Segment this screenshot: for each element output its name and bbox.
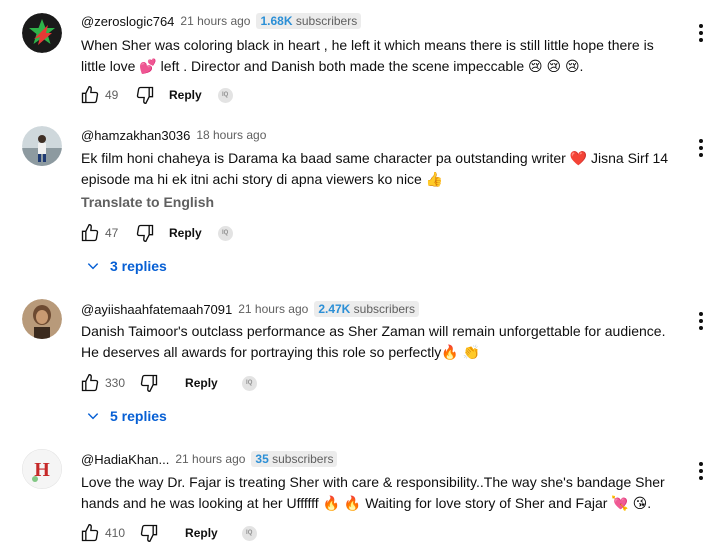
extension-icon[interactable]: IQ: [241, 375, 257, 391]
like-button[interactable]: [78, 521, 102, 545]
like-count: 410: [105, 526, 126, 540]
comment-time[interactable]: 18 hours ago: [196, 128, 266, 142]
comment-menu-button[interactable]: [696, 461, 706, 481]
comment-actions: 330 Reply IQ: [78, 371, 257, 395]
chevron-down-icon: [87, 263, 99, 270]
subscriber-count: 35: [255, 452, 269, 466]
comment-time[interactable]: 21 hours ago: [175, 452, 245, 466]
like-count: 47: [105, 226, 119, 240]
thumbs-down-icon: [140, 374, 158, 393]
subscriber-count: 2.47K: [318, 302, 351, 316]
extension-icon[interactable]: IQ: [217, 225, 233, 241]
comment-actions: 49 Reply IQ: [78, 83, 233, 107]
comment-text-line: episode ma hi ek itni achi story di apna…: [81, 171, 444, 187]
comment-header: @HadiaKhan... 21 hours ago 35 subscriber…: [81, 450, 338, 468]
avatar[interactable]: [22, 126, 62, 166]
subscriber-badge: 35 subscribers: [251, 451, 338, 467]
thumbs-down-icon: [140, 524, 158, 543]
comment-menu-button[interactable]: [696, 23, 706, 43]
subscriber-label: subscribers: [268, 452, 334, 466]
extension-icon[interactable]: IQ: [217, 87, 233, 103]
avatar[interactable]: [22, 299, 62, 339]
reply-button[interactable]: Reply: [185, 526, 218, 540]
thumbs-down-icon: [136, 224, 154, 243]
like-count: 330: [105, 376, 126, 390]
comment-menu-button[interactable]: [696, 311, 706, 331]
like-count: 49: [105, 88, 119, 102]
comment-actions: 410 Reply IQ: [78, 521, 257, 545]
extension-icon[interactable]: IQ: [241, 525, 257, 541]
dislike-button[interactable]: [137, 371, 161, 395]
comment-text-line: When Sher was coloring black in heart , …: [81, 37, 654, 53]
view-replies-button[interactable]: 3 replies: [86, 256, 167, 276]
thumbs-down-icon: [136, 86, 154, 105]
avatar[interactable]: [22, 13, 62, 53]
view-replies-button[interactable]: 5 replies: [86, 406, 167, 426]
comment-text-line: hands and he was looking at her Uffffff …: [81, 495, 652, 511]
like-button[interactable]: [78, 371, 102, 395]
comment-header: @hamzakhan3036 18 hours ago: [81, 126, 266, 144]
subscriber-label: subscribers: [292, 14, 358, 28]
comment-header: @zeroslogic764 21 hours ago 1.68K subscr…: [81, 12, 362, 30]
like-button[interactable]: [78, 83, 102, 107]
comment-text-line: Danish Taimoor's outclass performance as…: [81, 323, 666, 339]
comment-time[interactable]: 21 hours ago: [180, 14, 250, 28]
like-button[interactable]: [78, 221, 102, 245]
comment-actions: 47 Reply IQ: [78, 221, 233, 245]
comment-menu-button[interactable]: [696, 138, 706, 158]
thumbs-up-icon: [81, 373, 99, 392]
author-name[interactable]: @HadiaKhan...: [81, 452, 169, 467]
reply-button[interactable]: Reply: [169, 226, 202, 240]
replies-count: 3 replies: [110, 258, 167, 274]
reply-button[interactable]: Reply: [169, 88, 202, 102]
thumbs-up-icon: [81, 223, 99, 242]
subscriber-count: 1.68K: [260, 14, 293, 28]
comment-text-line: Love the way Dr. Fajar is treating Sher …: [81, 474, 665, 490]
comment-text-line: Ek film honi chaheya is Darama ka baad s…: [81, 150, 669, 166]
translate-button[interactable]: Translate to English: [81, 194, 214, 210]
dislike-button[interactable]: [137, 521, 161, 545]
chevron-down-icon: [87, 413, 99, 420]
comment-text-line: He deserves all awards for portraying th…: [81, 344, 481, 360]
comment-time[interactable]: 21 hours ago: [238, 302, 308, 316]
subscriber-label: subscribers: [350, 302, 416, 316]
comment-text-line: little love 💕 left . Director and Danish…: [81, 58, 584, 74]
avatar[interactable]: H: [22, 449, 62, 489]
reply-button[interactable]: Reply: [185, 376, 218, 390]
replies-count: 5 replies: [110, 408, 167, 424]
subscriber-badge: 2.47K subscribers: [314, 301, 420, 317]
author-name[interactable]: @hamzakhan3036: [81, 128, 190, 143]
dislike-button[interactable]: [133, 221, 157, 245]
author-name[interactable]: @zeroslogic764: [81, 14, 174, 29]
comment-header: @ayiishaahfatemaah7091 21 hours ago 2.47…: [81, 300, 420, 318]
thumbs-up-icon: [81, 523, 99, 542]
author-name[interactable]: @ayiishaahfatemaah7091: [81, 302, 232, 317]
dislike-button[interactable]: [133, 83, 157, 107]
thumbs-up-icon: [81, 85, 99, 104]
subscriber-badge: 1.68K subscribers: [256, 13, 362, 29]
